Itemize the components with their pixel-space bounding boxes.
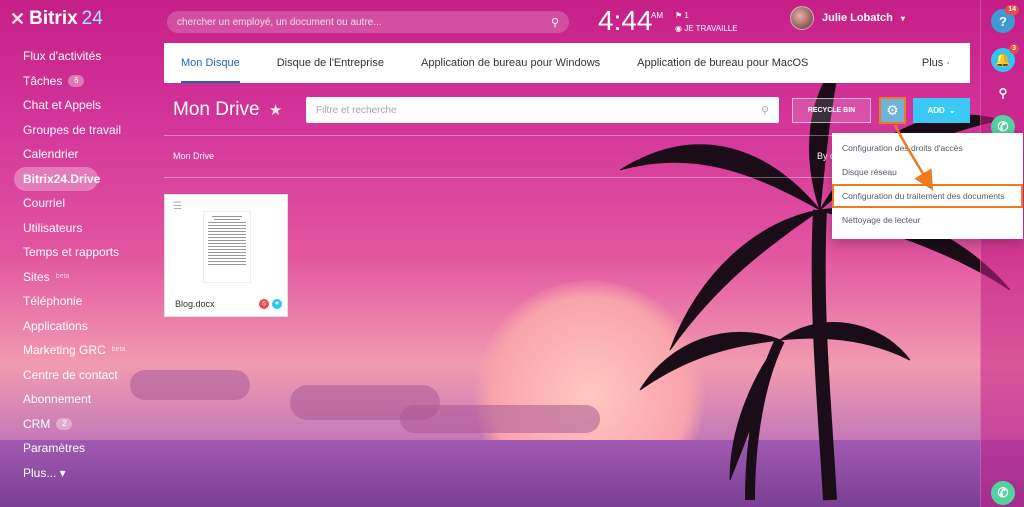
annotation-arrow [893,124,934,191]
